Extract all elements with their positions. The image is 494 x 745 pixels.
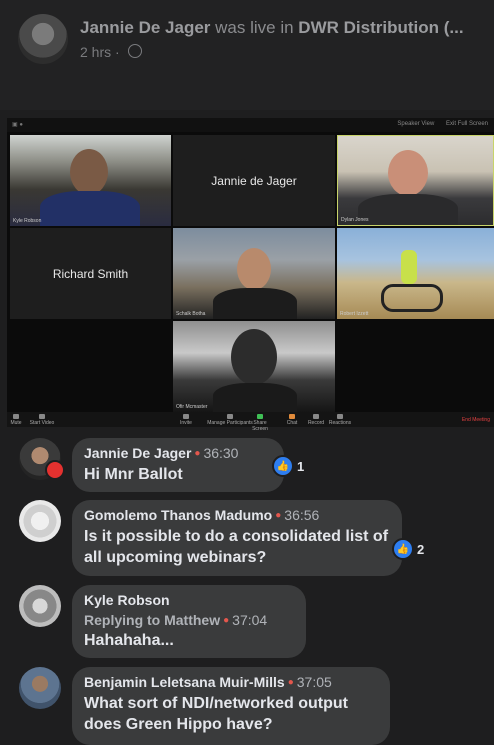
commenter-avatar[interactable] xyxy=(19,585,61,627)
comment-header: Gomolemo Thanos Madumo ● 36:56 xyxy=(84,507,390,523)
live-video[interactable]: ▣ ● Speaker View Exit Full Screen Kyle R… xyxy=(7,118,494,432)
tile-name: Richard Smith xyxy=(52,266,129,281)
comment-text: Hi Mnr Ballot xyxy=(84,466,183,483)
participant-face xyxy=(70,149,108,195)
tile-tag: Ofir Mcmaster xyxy=(176,404,208,410)
comment-timestamp[interactable]: 37:05 xyxy=(297,674,332,690)
post-meta: 2 hrs · xyxy=(80,44,142,60)
microphone-icon xyxy=(13,414,19,419)
commenter-avatar[interactable] xyxy=(19,500,61,542)
comment-bubble[interactable]: Benjamin Leletsana Muir-Mills ● 37:05 What… xyxy=(72,667,390,745)
speaker-view-button: Speaker View xyxy=(397,121,435,127)
post-header: Jannie De Jager was live in DWR Distribu… xyxy=(0,0,494,110)
zoom-status-icons: ▣ ● xyxy=(12,122,23,128)
invite-button: Invite xyxy=(171,414,201,426)
participant-face xyxy=(388,150,428,196)
globe-icon xyxy=(127,44,142,58)
participant-body xyxy=(40,191,140,226)
thumbs-up-icon: 👍 xyxy=(272,455,294,477)
exit-fullscreen-button: Exit Full Screen xyxy=(445,121,488,127)
tile-tag: Schalk Botha xyxy=(176,311,206,317)
comment-timestamp[interactable]: 36:56 xyxy=(284,507,319,523)
cyclist-figure xyxy=(401,250,417,284)
commenter-avatar[interactable] xyxy=(19,667,61,709)
comment-text: Is it possible to do a consolidated list… xyxy=(84,528,389,566)
zoom-top-bar: ▣ ● Speaker View Exit Full Screen xyxy=(7,118,494,132)
video-tile-kyle: Kyle Robson xyxy=(10,135,171,226)
meta-separator: · xyxy=(115,44,120,60)
reply-target[interactable]: Replying to Matthew xyxy=(84,612,220,628)
comment-text: What sort of NDI/networked output does G… xyxy=(84,695,348,733)
participant-body xyxy=(213,383,297,412)
participants-icon xyxy=(227,414,233,419)
tile-tag: Robert Izzett xyxy=(340,311,369,317)
comment-reactions[interactable]: 👍 2 xyxy=(392,538,425,560)
share-screen-icon xyxy=(257,414,263,419)
author-name[interactable]: Jannie De Jager xyxy=(80,18,210,37)
chat-icon xyxy=(289,414,295,419)
comment-bubble[interactable]: Kyle Robson Replying to Matthew ● 37:04 Ha… xyxy=(72,585,306,658)
participant-body xyxy=(358,194,458,225)
video-tile-schalk: Schalk Botha xyxy=(173,228,335,319)
end-meeting-button: End Meeting xyxy=(461,417,490,423)
live-broadcast-icon xyxy=(45,460,65,480)
video-tile-dylan: Dylan Jones xyxy=(337,135,494,226)
reactions-icon xyxy=(337,414,343,419)
participant-face xyxy=(231,329,277,385)
comment-bubble[interactable]: Gomolemo Thanos Madumo ● 36:56 Is it possi… xyxy=(72,500,402,576)
commenter-name[interactable]: Jannie De Jager xyxy=(84,445,191,461)
video-tile-richard: Richard Smith xyxy=(10,228,171,319)
zoom-toolbar: Mute Start Video Invite Manage Participa… xyxy=(7,412,494,432)
post-time[interactable]: 2 hrs xyxy=(80,44,111,60)
separator-dot: ● xyxy=(194,448,201,459)
video-tile-jannie: Jannie de Jager xyxy=(173,135,335,226)
group-name[interactable]: DWR Distribution (... xyxy=(298,18,463,37)
thumbs-up-icon: 👍 xyxy=(392,538,414,560)
tile-name: Jannie de Jager xyxy=(211,173,297,188)
post-title: Jannie De Jager was live in DWR Distribu… xyxy=(80,18,485,38)
video-tile-ofir: Ofir Mcmaster xyxy=(173,321,335,412)
commenter-name[interactable]: Benjamin Leletsana Muir-Mills xyxy=(84,674,285,690)
start-video-button: Start Video xyxy=(27,414,57,426)
video-tile-robert: Robert Izzett xyxy=(337,228,494,319)
invite-icon xyxy=(183,414,189,419)
bicycle xyxy=(381,284,443,312)
reply-header: Replying to Matthew ● 37:04 xyxy=(84,612,294,628)
comment-text: Hahahaha... xyxy=(84,632,174,649)
zoom-view-controls: Speaker View Exit Full Screen xyxy=(387,121,488,127)
comment-header: Jannie De Jager ● 36:30 xyxy=(84,445,272,461)
reactions-button: Reactions xyxy=(325,414,355,426)
camera-icon xyxy=(39,414,45,419)
reaction-count: 2 xyxy=(417,541,425,557)
share-screen-button: Share Screen xyxy=(245,414,275,432)
tile-tag: Dylan Jones xyxy=(341,217,369,223)
comment-bubble[interactable]: Jannie De Jager ● 36:30 Hi Mnr Ballot xyxy=(72,438,284,492)
commenter-name[interactable]: Gomolemo Thanos Madumo xyxy=(84,507,272,523)
tile-tag: Kyle Robson xyxy=(13,218,42,224)
commenter-name[interactable]: Kyle Robson xyxy=(84,592,294,608)
participant-face xyxy=(237,248,271,290)
separator-dot: ● xyxy=(287,677,294,688)
reaction-count: 1 xyxy=(297,458,305,474)
comment-header: Benjamin Leletsana Muir-Mills ● 37:05 xyxy=(84,674,378,690)
separator-dot: ● xyxy=(223,615,230,626)
participant-body xyxy=(213,288,297,319)
comment-timestamp[interactable]: 37:04 xyxy=(232,612,267,628)
comment-reactions[interactable]: 👍 1 xyxy=(272,455,305,477)
post-action: was live in xyxy=(215,18,294,37)
author-avatar[interactable] xyxy=(18,14,68,64)
separator-dot: ● xyxy=(275,510,282,521)
comment-timestamp[interactable]: 36:30 xyxy=(203,445,238,461)
record-icon xyxy=(313,414,319,419)
